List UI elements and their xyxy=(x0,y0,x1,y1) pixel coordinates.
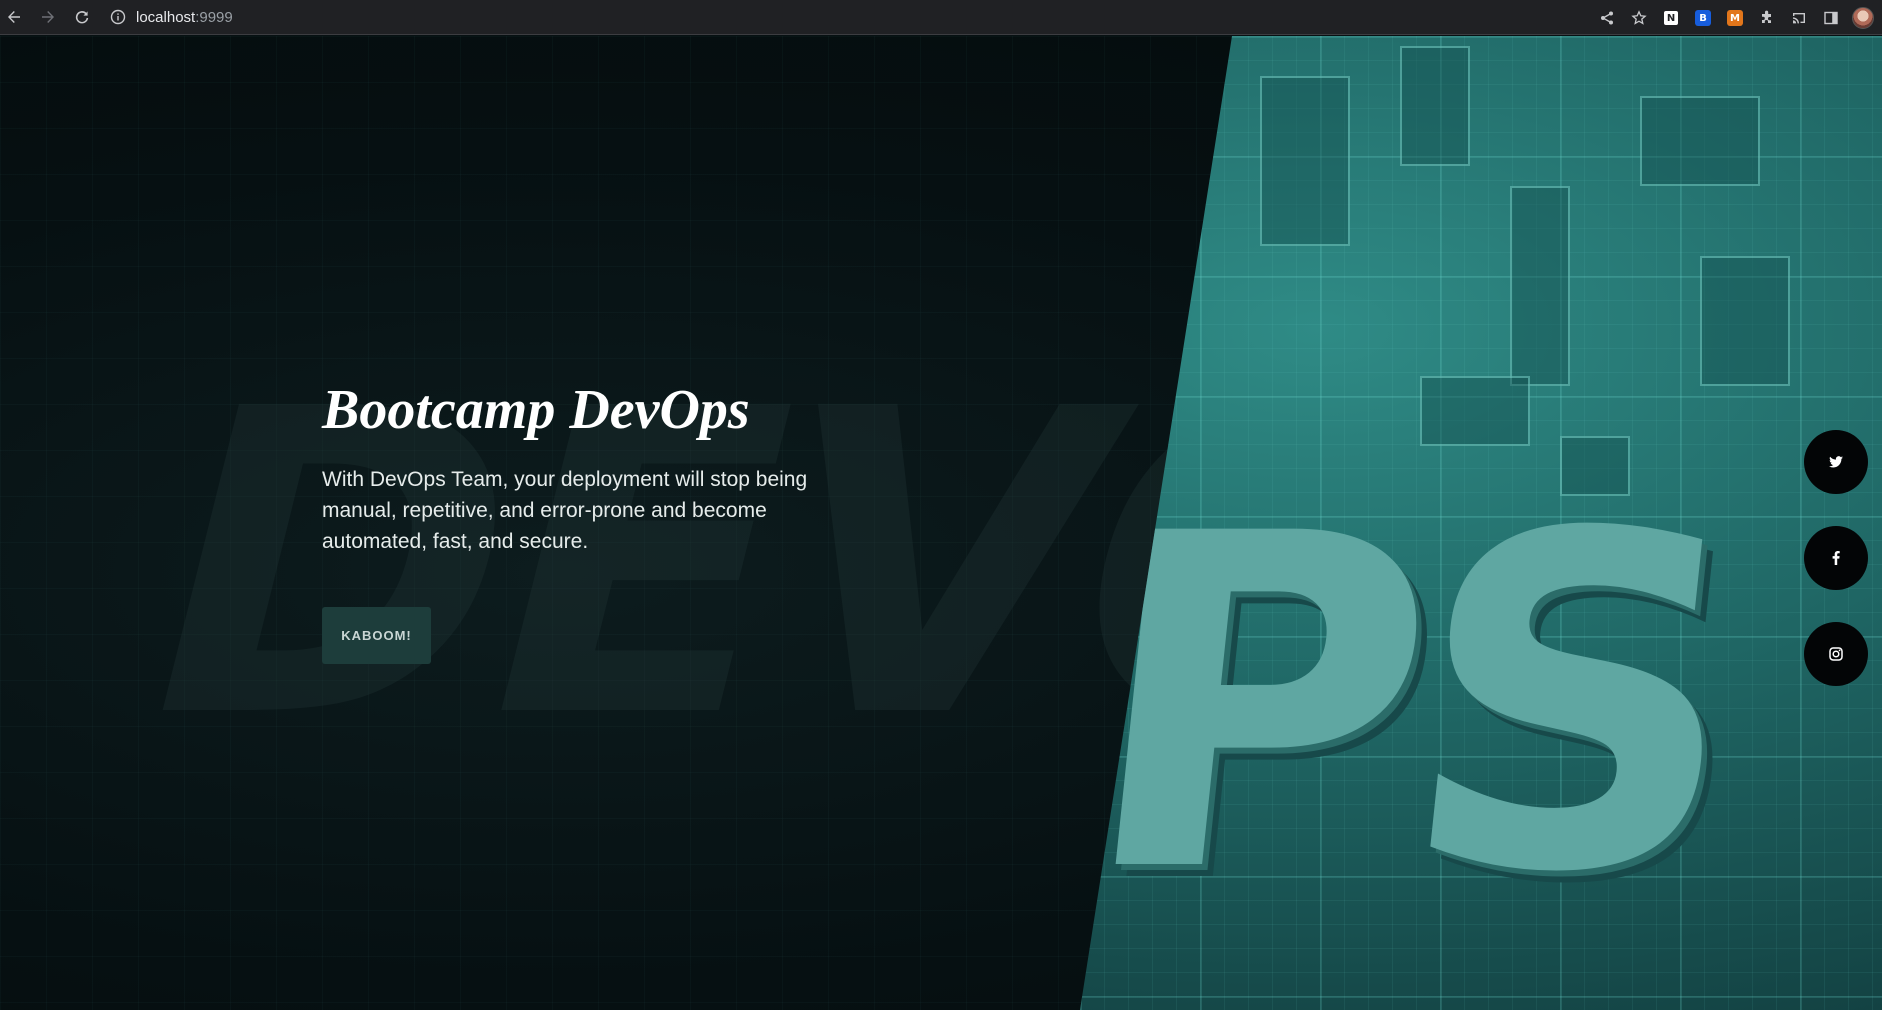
back-icon xyxy=(8,11,20,23)
forward-icon xyxy=(42,11,54,23)
back-button[interactable] xyxy=(0,3,28,31)
facebook-icon xyxy=(1832,550,1840,565)
hero-description: With DevOps Team, your deployment will s… xyxy=(322,468,808,554)
browser-toolbar: localhost:9999 N B M xyxy=(0,0,1882,35)
cast-button[interactable] xyxy=(1788,7,1810,29)
bitwarden-extension-button[interactable]: B xyxy=(1692,7,1714,29)
extensions-button[interactable] xyxy=(1756,7,1778,29)
reload-button[interactable] xyxy=(68,3,96,31)
sidebar-icon xyxy=(1824,11,1838,25)
circuit-block xyxy=(1420,376,1530,446)
address-bar[interactable]: localhost:9999 xyxy=(110,3,233,31)
hero-content: Bootcamp DevOps With DevOps Team, your d… xyxy=(322,378,842,665)
circuit-block xyxy=(1400,46,1470,166)
circuit-block xyxy=(1260,76,1350,246)
circuit-block xyxy=(1700,256,1790,386)
social-links xyxy=(1804,430,1868,686)
facebook-button[interactable] xyxy=(1804,526,1868,590)
hero-title: Bootcamp DevOps xyxy=(322,379,750,441)
notion-extension-button[interactable]: N xyxy=(1660,7,1682,29)
instagram-icon xyxy=(1829,647,1843,661)
address-port: :9999 xyxy=(195,8,233,26)
circuit-block xyxy=(1640,96,1760,186)
info-icon[interactable] xyxy=(110,9,126,25)
kaboom-button[interactable]: KABOOM! xyxy=(322,607,431,665)
cast-icon xyxy=(1793,13,1805,24)
share-button[interactable] xyxy=(1596,7,1618,29)
share-icon xyxy=(1601,11,1613,25)
hero-background-word-right: PS xyxy=(1061,438,1751,973)
puzzle-icon xyxy=(1762,10,1771,23)
twitter-button[interactable] xyxy=(1804,430,1868,494)
side-panel-button[interactable] xyxy=(1820,7,1842,29)
metamask-extension-icon: M xyxy=(1727,10,1743,26)
bookmark-button[interactable] xyxy=(1628,7,1650,29)
profile-button[interactable] xyxy=(1852,7,1874,29)
twitter-icon xyxy=(1829,456,1843,468)
notion-extension-icon: N xyxy=(1663,10,1679,26)
reload-icon xyxy=(75,11,89,24)
instagram-button[interactable] xyxy=(1804,622,1868,686)
address-host: localhost xyxy=(136,8,196,26)
forward-button[interactable] xyxy=(34,3,62,31)
star-icon xyxy=(1631,10,1647,25)
circuit-block xyxy=(1510,186,1570,386)
avatar xyxy=(1852,7,1874,29)
toolbar-actions: N B M xyxy=(1596,4,1874,32)
metamask-extension-button[interactable]: M xyxy=(1724,7,1746,29)
bitwarden-extension-icon: B xyxy=(1695,10,1711,26)
hero-section: DEVO PS Bootcamp DevOps With DevOps Team… xyxy=(0,36,1882,1010)
